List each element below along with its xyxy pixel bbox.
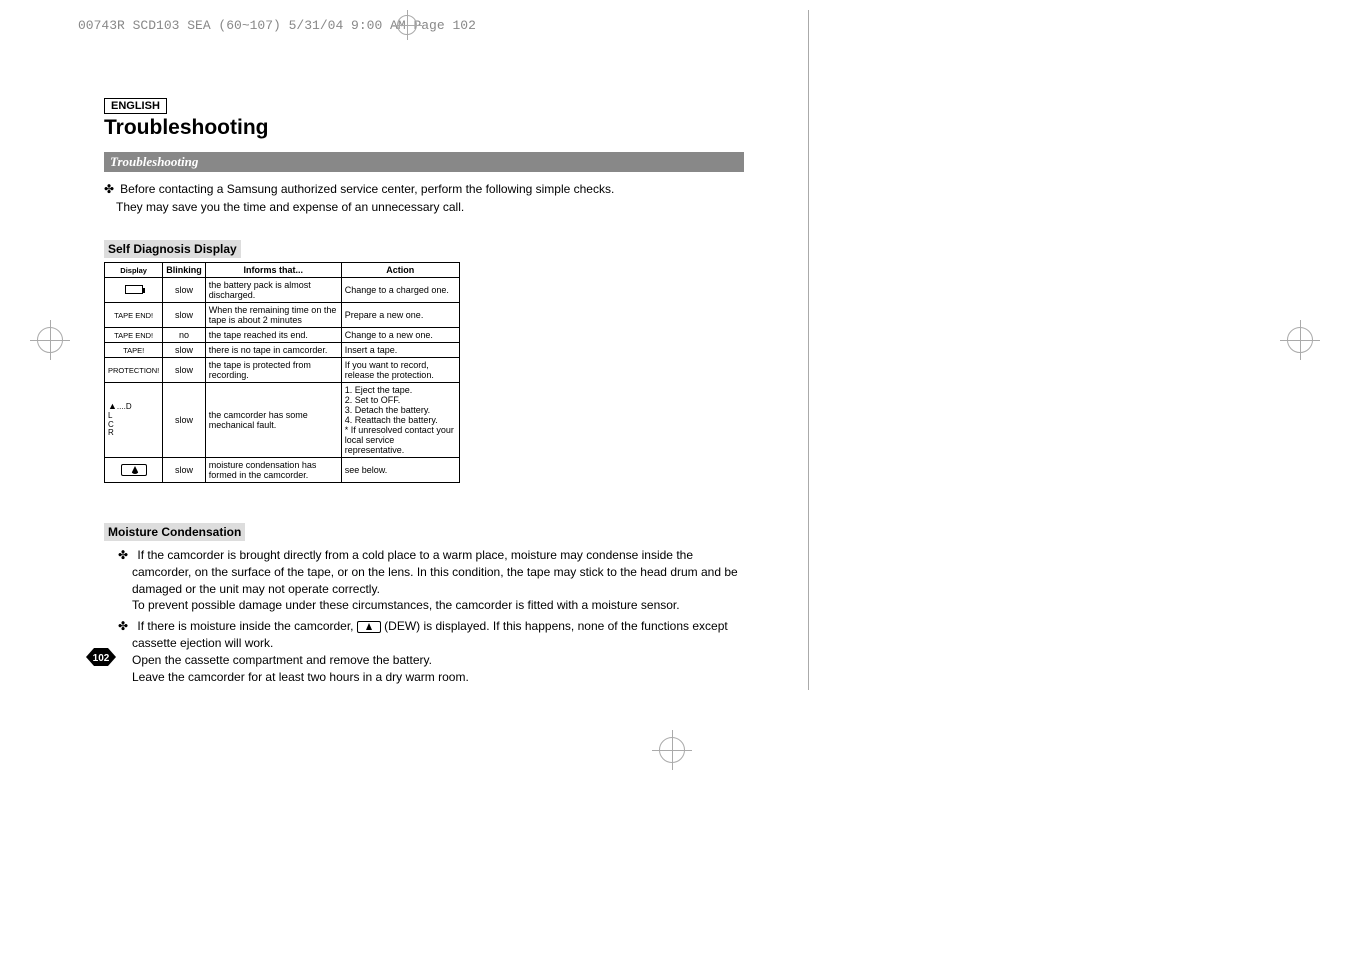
crop-mark-right: [1280, 320, 1320, 360]
cell-blinking: slow: [163, 458, 206, 483]
cell-informs: there is no tape in camcorder.: [205, 343, 341, 358]
moisture-p2d: Leave the camcorder for at least two hou…: [132, 670, 469, 684]
moisture-list: If the camcorder is brought directly fro…: [104, 547, 744, 685]
cell-blinking: slow: [163, 343, 206, 358]
dew-icon: [121, 464, 147, 476]
table-row: PROTECTION!slowthe tape is protected fro…: [105, 358, 460, 383]
cell-action: Prepare a new one.: [341, 303, 459, 328]
cell-informs: the tape is protected from recording.: [205, 358, 341, 383]
fold-line: [808, 10, 809, 690]
table-row: ▲....D L C Rslowthe camcorder has some m…: [105, 383, 460, 458]
cell-display: TAPE END!: [105, 328, 163, 343]
th-action: Action: [341, 263, 459, 278]
th-informs: Informs that...: [205, 263, 341, 278]
cell-action: Change to a new one.: [341, 328, 459, 343]
crop-mark-left: [30, 320, 70, 360]
intro-line1: Before contacting a Samsung authorized s…: [116, 180, 744, 198]
crop-mark-top: [392, 10, 422, 40]
cell-display: PROTECTION!: [105, 358, 163, 383]
cell-informs: moisture condensation has formed in the …: [205, 458, 341, 483]
table-row: TAPE END!nothe tape reached its end.Chan…: [105, 328, 460, 343]
language-badge: ENGLISH: [104, 98, 167, 114]
cell-display: TAPE!: [105, 343, 163, 358]
section-heading: Troubleshooting: [104, 152, 744, 172]
cell-display: TAPE END!: [105, 303, 163, 328]
cell-blinking: no: [163, 328, 206, 343]
moisture-p2c: Open the cassette compartment and remove…: [132, 653, 432, 667]
page-title: Troubleshooting: [104, 116, 744, 140]
cell-action: see below.: [341, 458, 459, 483]
page-number-badge: 102: [86, 648, 116, 672]
moisture-heading: Moisture Condensation: [104, 523, 245, 541]
page-number: 102: [93, 653, 110, 664]
intro-line2: They may save you the time and expense o…: [116, 198, 744, 216]
th-display: Display: [105, 263, 163, 278]
cell-display: [105, 278, 163, 303]
cell-action: 1. Eject the tape. 2. Set to OFF. 3. Det…: [341, 383, 459, 458]
cell-blinking: slow: [163, 358, 206, 383]
moisture-item-1: If the camcorder is brought directly fro…: [132, 547, 744, 614]
cell-informs: When the remaining time on the tape is a…: [205, 303, 341, 328]
battery-icon: [125, 285, 143, 294]
table-row: TAPE END!slowWhen the remaining time on …: [105, 303, 460, 328]
eject-icon: ▲: [108, 402, 117, 412]
diagnosis-table: Display Blinking Informs that... Action …: [104, 262, 460, 483]
cell-blinking: slow: [163, 383, 206, 458]
dew-icon: [357, 621, 381, 633]
moisture-section: Moisture Condensation If the camcorder i…: [104, 499, 744, 685]
cell-informs: the camcorder has some mechanical fault.: [205, 383, 341, 458]
table-header-row: Display Blinking Informs that... Action: [105, 263, 460, 278]
moisture-p1b: To prevent possible damage under these c…: [132, 598, 680, 612]
table-row: TAPE!slowthere is no tape in camcorder.I…: [105, 343, 460, 358]
crop-mark-center: [652, 730, 692, 770]
th-blinking: Blinking: [163, 263, 206, 278]
intro-text: Before contacting a Samsung authorized s…: [104, 180, 744, 216]
cell-informs: the battery pack is almost discharged.: [205, 278, 341, 303]
moisture-p1: If the camcorder is brought directly fro…: [132, 548, 738, 596]
cell-display: [105, 458, 163, 483]
table-row: slowthe battery pack is almost discharge…: [105, 278, 460, 303]
cell-action: If you want to record, release the prote…: [341, 358, 459, 383]
cell-display: ▲....D L C R: [105, 383, 163, 458]
table-row: slowmoisture condensation has formed in …: [105, 458, 460, 483]
cell-blinking: slow: [163, 278, 206, 303]
page-content: ENGLISH Troubleshooting Troubleshooting …: [104, 96, 744, 689]
moisture-p2a: If there is moisture inside the camcorde…: [137, 619, 356, 633]
diagnosis-heading: Self Diagnosis Display: [104, 240, 241, 258]
cell-blinking: slow: [163, 303, 206, 328]
cell-action: Insert a tape.: [341, 343, 459, 358]
moisture-item-2: If there is moisture inside the camcorde…: [132, 618, 744, 685]
cell-informs: the tape reached its end.: [205, 328, 341, 343]
cell-action: Change to a charged one.: [341, 278, 459, 303]
